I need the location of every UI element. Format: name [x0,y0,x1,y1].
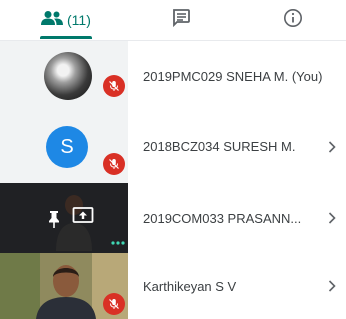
participant-name: 2018BCZ034 SURESH M. [143,139,296,154]
active-tab-indicator [40,36,92,39]
chevron-right-icon[interactable] [324,278,340,294]
chevron-right-icon[interactable] [324,139,340,155]
participant-name: Karthikeyan S V [143,279,237,294]
tab-chat[interactable] [100,0,230,40]
more-options-icon[interactable] [111,233,125,251]
mic-off-icon [103,75,125,97]
participant-row[interactable]: Karthikeyan S V [0,253,346,319]
participant-row[interactable]: 2019COM033 PRASANN... [0,183,346,253]
info-icon [283,8,303,33]
tab-info[interactable] [230,0,346,40]
pin-icon[interactable] [44,209,64,234]
chevron-right-icon[interactable] [324,210,340,226]
chat-icon [171,8,191,33]
participant-row-self[interactable]: 2019PMC029 SNEHA M. (You) [0,41,346,111]
panel-tabs: (11) [0,0,346,41]
participant-name: 2019PMC029 SNEHA M. (You) [143,69,323,84]
people-icon [41,10,63,31]
participant-thumbnail [0,183,128,253]
avatar [44,52,92,100]
screen-share-icon[interactable] [72,206,94,231]
mic-off-icon [103,153,125,175]
mic-off-icon [103,293,125,315]
people-count: (11) [67,12,91,28]
participant-list: 2019PMC029 SNEHA M. (You) S 2018BCZ034 S… [0,41,346,319]
participant-name: 2019COM033 PRASANN... [143,211,302,226]
participant-row[interactable]: S 2018BCZ034 SURESH M. [0,111,346,183]
avatar: S [46,126,88,168]
tab-people[interactable]: (11) [0,0,100,40]
